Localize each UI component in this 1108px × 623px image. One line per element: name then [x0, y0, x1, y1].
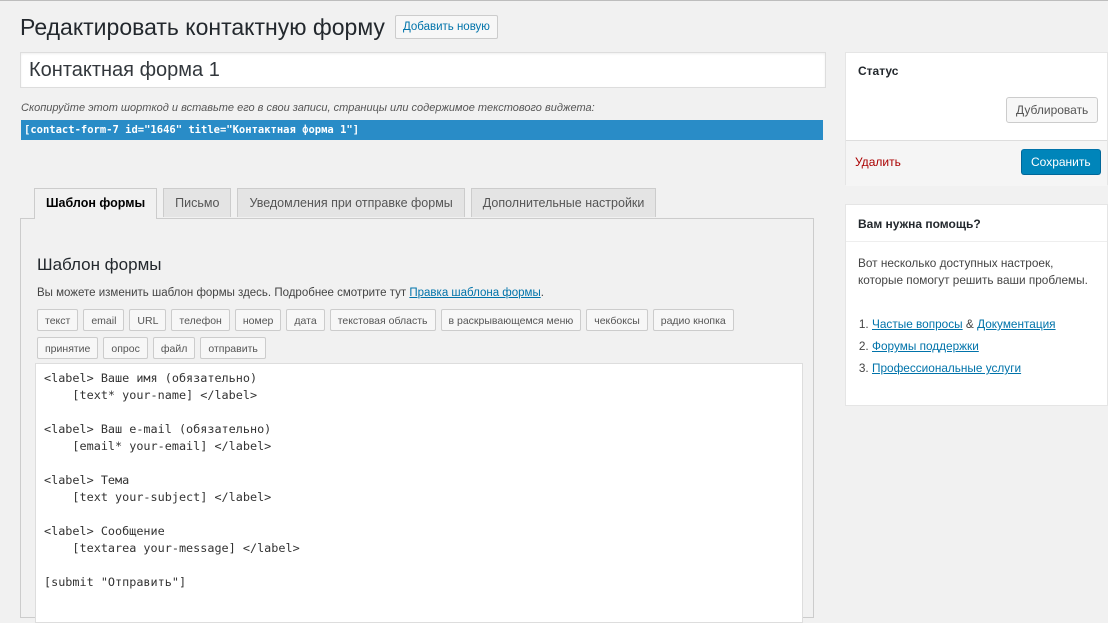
- help-item-separator: &: [962, 317, 978, 331]
- docs-link[interactable]: Документация: [977, 317, 1056, 331]
- form-title-input[interactable]: Контактная форма 1: [20, 52, 826, 88]
- tag-dropdown-button[interactable]: в раскрывающемся меню: [440, 309, 582, 331]
- tag-submit-button[interactable]: отправить: [200, 337, 266, 359]
- panel-description: Вы можете изменить шаблон формы здесь. П…: [37, 287, 544, 299]
- description-text: Вы можете изменить шаблон формы здесь. П…: [37, 287, 410, 299]
- help-item-forums: Форумы поддержки: [872, 335, 1056, 357]
- help-text: Вот несколько доступных настроек, которы…: [858, 256, 1088, 287]
- tag-email-button[interactable]: email: [83, 309, 125, 331]
- tag-file-button[interactable]: файл: [152, 337, 196, 359]
- add-new-button[interactable]: Добавить новую: [394, 15, 498, 39]
- help-item-faq-docs: Частые вопросы & Документация: [872, 313, 1056, 335]
- tag-checkboxes-button[interactable]: чекбоксы: [586, 309, 648, 331]
- editor-tabs: Шаблон формы Письмо Уведомления при отпр…: [34, 188, 662, 219]
- tag-number-button[interactable]: номер: [234, 309, 282, 331]
- help-links-list: Частые вопросы & Документация Форумы под…: [856, 313, 1056, 379]
- panel-heading: Шаблон формы: [37, 255, 162, 274]
- tag-url-button[interactable]: URL: [129, 309, 167, 331]
- status-box: Статус Дублировать Удалить Сохранить: [845, 52, 1108, 186]
- tab-messages[interactable]: Уведомления при отправке формы: [237, 188, 465, 217]
- top-border: [0, 0, 1108, 1]
- form-template-editor[interactable]: <label> Ваше имя (обязательно) [text* yo…: [35, 363, 803, 623]
- shortcode-field[interactable]: [contact-form-7 id="1646" title="Контакт…: [21, 120, 823, 140]
- tag-radio-button[interactable]: радио кнопка: [652, 309, 734, 331]
- help-box: Вам нужна помощь? Вот несколько доступны…: [845, 204, 1108, 406]
- form-template-panel: Шаблон формы Вы можете изменить шаблон ф…: [20, 218, 814, 623]
- description-end: .: [540, 287, 544, 299]
- page-heading: Редактировать контактную форму Добавить …: [20, 12, 498, 42]
- tag-generator-row-2: принятие опрос файл отправить: [37, 337, 271, 359]
- tag-tel-button[interactable]: телефон: [171, 309, 230, 331]
- shortcode-hint: Скопируйте этот шорткод и вставьте его в…: [21, 102, 595, 114]
- help-divider: [846, 241, 1107, 242]
- tag-quiz-button[interactable]: опрос: [103, 337, 148, 359]
- tag-date-button[interactable]: дата: [286, 309, 325, 331]
- tab-form-template[interactable]: Шаблон формы: [34, 188, 158, 219]
- tag-text-button[interactable]: текст: [37, 309, 79, 331]
- tag-textarea-button[interactable]: текстовая область: [329, 309, 436, 331]
- delete-link[interactable]: Удалить: [855, 155, 901, 169]
- edit-template-link[interactable]: Правка шаблона формы: [409, 287, 540, 299]
- tag-generator-row-1: текст email URL телефон номер дата текст…: [37, 309, 739, 331]
- page-title: Редактировать контактную форму: [20, 14, 385, 40]
- support-forums-link[interactable]: Форумы поддержки: [872, 339, 979, 353]
- tab-mail[interactable]: Письмо: [163, 188, 232, 217]
- status-heading: Статус: [858, 64, 899, 78]
- help-heading: Вам нужна помощь?: [858, 217, 981, 231]
- tab-additional-settings[interactable]: Дополнительные настройки: [470, 188, 657, 217]
- help-item-pro-services: Профессиональные услуги: [872, 357, 1056, 379]
- faq-link[interactable]: Частые вопросы: [872, 317, 963, 331]
- tag-acceptance-button[interactable]: принятие: [37, 337, 99, 359]
- save-button[interactable]: Сохранить: [1021, 149, 1101, 175]
- pro-services-link[interactable]: Профессиональные услуги: [872, 361, 1021, 375]
- duplicate-button[interactable]: Дублировать: [1006, 97, 1099, 123]
- status-divider: [846, 140, 1107, 141]
